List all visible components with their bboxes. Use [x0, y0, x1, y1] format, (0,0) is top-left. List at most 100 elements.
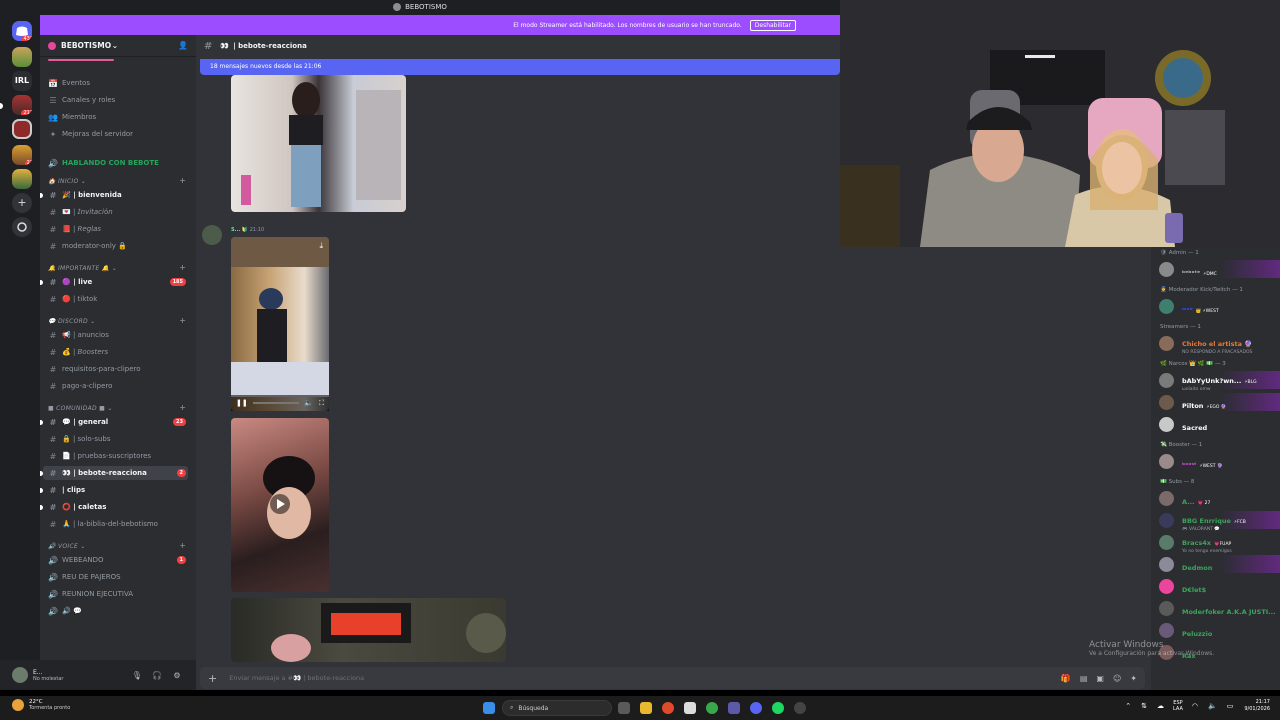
member-item[interactable]: BBG Enrrique ⚡FCB 🎮 VALORANT 💬	[1159, 511, 1280, 532]
member-item[interactable]: Sacred	[1159, 415, 1280, 433]
member-item[interactable]: Moderfoker A.K.A JUSTI...	[1159, 599, 1280, 617]
emoji-icon[interactable]: ☺	[1113, 674, 1121, 683]
gif-icon[interactable]: ▤	[1080, 674, 1088, 683]
channel-item[interactable]: # 💌 | 𝘐𝘯𝘷𝘪𝘵𝘢𝘤𝘪ó𝘯	[48, 205, 113, 219]
server-header[interactable]: BEBOTISMO ⌄ 👤	[40, 35, 196, 57]
member-item[interactable]: ᵇᵒᵒˢᵗ ⚡WEST 🔮	[1159, 452, 1280, 470]
invite-icon[interactable]: 👤	[178, 41, 188, 50]
apps-icon[interactable]: ✦	[1130, 674, 1137, 683]
gift-icon[interactable]: 🎁	[1061, 674, 1071, 683]
channel-item[interactable]: 🔊 REUNION EJECUTIVA	[48, 587, 133, 601]
battery-icon[interactable]: ▭	[1227, 702, 1234, 710]
member-item[interactable]: A... 💗 27	[1159, 489, 1280, 507]
obs-icon[interactable]	[794, 702, 806, 714]
video-attachment[interactable]: ⤓	[231, 237, 329, 411]
file-explorer-icon[interactable]	[640, 702, 652, 714]
member-item[interactable]: bAbYyUnk?wn... ⚡BLG ωolaito omw	[1159, 371, 1280, 392]
category-header[interactable]: 🔔 IMPORTANTE 🔔 ⌄	[48, 265, 117, 272]
channel-item[interactable]: # 👀 | bebote-reacciona	[43, 466, 188, 480]
message-composer[interactable]: + Enviar mensaje a #👀 | bebote-reacciona…	[200, 667, 1145, 689]
server-icon-5[interactable]: 27	[12, 145, 32, 165]
channel-item[interactable]: # 📄 | pruebas-suscriptores	[48, 449, 151, 463]
member-item[interactable]: ᵐᵒᵈ 👑 ⚡WEST	[1159, 297, 1280, 315]
server-icon-irl[interactable]: IRL	[12, 71, 32, 91]
headphones-icon[interactable]: 🎧	[150, 671, 164, 680]
sidebar-item-2[interactable]: 👥 Miembros	[48, 110, 96, 124]
channel-item[interactable]: # 🔒 | solo-subs	[48, 432, 111, 446]
clock[interactable]: 21:17 9/01/2026	[1244, 699, 1270, 713]
pause-icon[interactable]: ❚❚	[236, 399, 248, 407]
channel-item[interactable]: # 📢 | anuncios	[48, 328, 109, 342]
spotify-icon[interactable]	[772, 702, 784, 714]
discord-taskbar-icon[interactable]	[750, 702, 762, 714]
network-icon[interactable]: ⇅	[1141, 702, 1147, 710]
home-button[interactable]: 433	[12, 21, 32, 41]
member-item[interactable]: Bracs4x 💗FUAP Yo no tengo enemigos	[1159, 533, 1280, 554]
message-author-avatar[interactable]	[202, 225, 222, 245]
video-progress[interactable]	[252, 402, 300, 404]
channel-item[interactable]: # ⭕ | caletas	[48, 500, 107, 514]
channel-item[interactable]: # 💬 | general	[48, 415, 109, 429]
server-icon-bebotismo[interactable]	[12, 119, 32, 139]
sticker-icon[interactable]: ▣	[1096, 674, 1104, 683]
member-item[interactable]: Pilton ⚡EGO 🔮	[1159, 393, 1280, 411]
chevron-up-icon[interactable]: ⌃	[1125, 702, 1131, 710]
category-header[interactable]: 🏠 INICIO ⌄	[48, 178, 86, 185]
sidebar-item-3[interactable]: ✦ Mejoras del servidor	[48, 127, 133, 141]
video-attachment[interactable]	[231, 598, 506, 662]
fullscreen-icon[interactable]: ⛶	[319, 399, 324, 408]
explore-button[interactable]	[12, 217, 32, 237]
server-icon-6[interactable]	[12, 169, 32, 189]
volume-icon[interactable]: 🔈	[1208, 702, 1217, 710]
video-attachment[interactable]	[231, 418, 329, 592]
image-attachment[interactable]	[231, 75, 406, 212]
taskbar-search[interactable]: ⌕ Búsqueda	[502, 700, 612, 716]
new-messages-bar[interactable]: 18 mensajes nuevos desde las 21:06	[200, 59, 840, 75]
brave-browser-icon[interactable]	[662, 702, 674, 714]
member-item[interactable]: Chicho el artista 🔮 NO RESPONDO A FRACASA…	[1159, 334, 1280, 355]
microphone-icon[interactable]: 🎙	[130, 671, 144, 680]
channel-item[interactable]: # 🎉 | bienvenida	[48, 188, 122, 202]
add-attachment-icon[interactable]: +	[208, 672, 217, 685]
member-item[interactable]: ᵇᵉᵇᵒᵗᵉ ⚡DMC	[1159, 260, 1280, 278]
add-server-button[interactable]: +	[12, 193, 32, 213]
gear-icon[interactable]: ⚙	[170, 671, 184, 680]
member-item[interactable]: Dedmon	[1159, 555, 1280, 573]
channel-item[interactable]: # requisitos-para-clipero	[48, 362, 141, 376]
weather-widget[interactable]: 22°C Tormenta pronto	[12, 699, 70, 711]
language-indicator[interactable]: ESP LAA	[1173, 700, 1183, 712]
disable-streamer-button[interactable]: Deshabilitar	[749, 19, 796, 31]
add-channel-icon[interactable]: +	[179, 263, 186, 272]
channel-item[interactable]: # pago-a-clipero	[48, 379, 113, 393]
channel-item[interactable]: # moderator-only 🔒	[48, 239, 127, 253]
avatar[interactable]	[12, 667, 28, 683]
category-header[interactable]: ■ COMUNIDAD ■ ⌄	[48, 405, 113, 412]
channel-item[interactable]: # 🙏 | la-biblia-del-bebotismo	[48, 517, 158, 531]
channel-item[interactable]: 🔊 🔊 💬	[48, 604, 82, 618]
add-channel-icon[interactable]: +	[179, 403, 186, 412]
teams-icon[interactable]	[728, 702, 740, 714]
windows-start-icon[interactable]	[483, 702, 495, 714]
volume-icon[interactable]: 🔈	[304, 399, 313, 407]
channel-item[interactable]: # 📕 | 𝘙𝘦𝘨𝘭𝘢𝘴	[48, 222, 101, 236]
add-channel-icon[interactable]: +	[179, 176, 186, 185]
channel-item[interactable]: # 💰 | 𝘉𝘰𝘰𝘴𝘵𝘦𝘳𝘴	[48, 345, 108, 359]
category-header[interactable]: 💬 DISCORD ⌄	[48, 318, 96, 325]
channel-item[interactable]: # | clips	[48, 483, 85, 497]
channel-item[interactable]: # 🟣 | live	[48, 275, 93, 289]
task-view-icon[interactable]	[618, 702, 630, 714]
member-item[interactable]: Peluzzio	[1159, 621, 1280, 639]
sidebar-item-1[interactable]: ☰ Canales y roles	[48, 93, 115, 107]
channel-item[interactable]: 🔊 REU DE PAJEROS	[48, 570, 121, 584]
add-channel-icon[interactable]: +	[179, 541, 186, 550]
channel-item[interactable]: # 🔴 | tiktok	[48, 292, 98, 306]
add-channel-icon[interactable]: +	[179, 316, 186, 325]
sidebar-item-0[interactable]: 📅 Eventos	[48, 76, 90, 90]
category-header[interactable]: 🔊 VOICE ⌄	[48, 543, 86, 550]
server-icon-1[interactable]	[12, 47, 32, 67]
chrome-icon[interactable]	[706, 702, 718, 714]
server-icon-3[interactable]: 211	[12, 95, 32, 115]
message-author[interactable]: S...	[231, 227, 240, 233]
voice-status[interactable]: 🔊 HABLANDO CON BEBOTE	[48, 156, 159, 170]
wifi-icon[interactable]: ◠	[1192, 702, 1198, 710]
